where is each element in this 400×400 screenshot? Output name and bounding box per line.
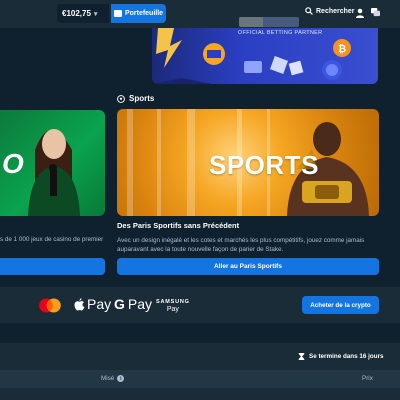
google-g-icon: G — [114, 296, 125, 312]
balance-selector[interactable]: €102,75 ▾ — [57, 4, 109, 23]
google-pay-logo: G Pay — [114, 296, 152, 312]
column-stake-label: Misé — [101, 375, 115, 382]
casino-button[interactable] — [0, 258, 105, 275]
user-icon[interactable] — [355, 8, 365, 18]
wallet-label: Portefeuille — [124, 10, 164, 17]
partner-text: OFFICIAL BETTING PARTNER — [238, 30, 323, 36]
google-pay-text: Pay — [127, 296, 153, 312]
samsung-pay-logo: SAMSUNG Pay — [156, 298, 190, 314]
hourglass-icon — [298, 353, 305, 360]
samsung-brand: SAMSUNG — [156, 299, 190, 305]
soccer-ball-icon — [117, 94, 125, 103]
samsung-pay-text: Pay — [166, 306, 179, 313]
partner-logo — [239, 17, 299, 27]
apple-pay-text: Pay — [87, 296, 112, 312]
promo-illustration: ₿ — [152, 28, 351, 84]
promo-banner[interactable]: ₿ — [152, 28, 378, 84]
buy-crypto-button[interactable]: Acheter de la crypto — [302, 296, 379, 314]
table-header-row — [0, 370, 400, 388]
wallet-button[interactable]: Portefeuille — [111, 4, 166, 23]
casino-description: s de 1 000 jeux de casino de premier — [0, 236, 104, 243]
chat-icon[interactable] — [371, 8, 380, 17]
search-button[interactable]: Rechercher — [305, 7, 355, 15]
column-header-stake: Misé i — [101, 375, 125, 382]
apple-pay-logo: Pay — [74, 296, 111, 312]
sports-card-text: SPORTS — [209, 150, 319, 180]
wallet-icon — [113, 10, 122, 17]
info-icon[interactable]: i — [117, 375, 125, 382]
search-icon — [305, 7, 313, 15]
go-to-sports-button[interactable]: Aller au Paris Sportifs — [117, 258, 379, 275]
sports-description: Avec un design inégalé et les cotes et m… — [117, 237, 365, 253]
sports-title: Sports — [129, 94, 155, 103]
race-countdown-text: Se termine dans 16 jours — [309, 353, 384, 360]
balance-amount: €102,75 — [62, 9, 91, 18]
search-label: Rechercher — [316, 7, 355, 15]
race-countdown: Se termine dans 16 jours — [298, 353, 384, 360]
casino-hero-text: O — [2, 148, 24, 179]
column-header-prize: Prix — [362, 375, 373, 382]
sports-heading: Des Paris Sportifs sans Précédent — [117, 221, 240, 230]
sports-section-title: Sports — [117, 94, 154, 103]
chevron-down-icon: ▾ — [93, 10, 98, 18]
mastercard-logo — [39, 298, 61, 313]
apple-icon — [74, 297, 85, 310]
svg-text:₿: ₿ — [338, 43, 346, 55]
